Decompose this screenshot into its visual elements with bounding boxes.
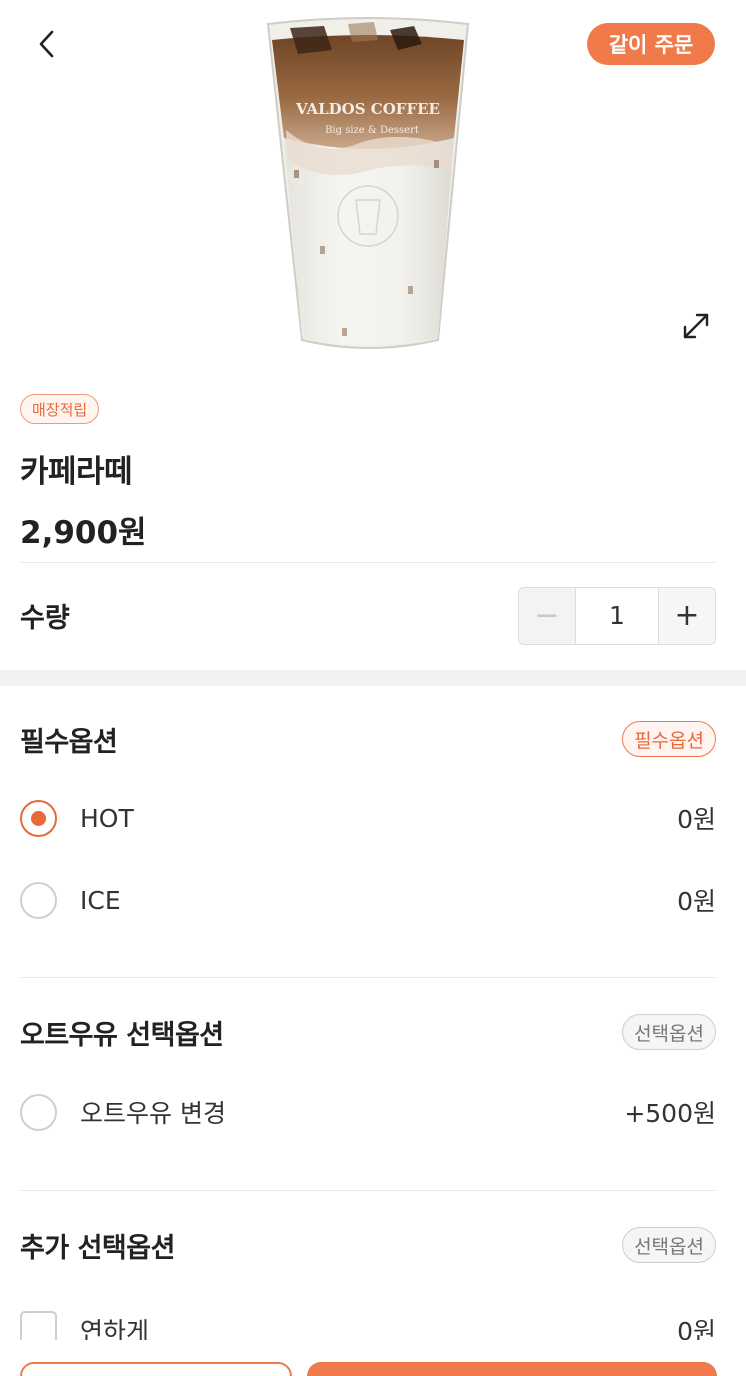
chevron-left-icon [39,30,54,58]
quantity-row: 수량 − 1 + [20,562,716,668]
section-separator [0,670,746,686]
back-button[interactable] [26,24,66,64]
radio-unselected[interactable] [20,1093,57,1131]
divider [20,977,716,978]
required-options-section: 필수옵션 필수옵션 HOT 0원 ICE 0원 [20,719,716,941]
points-badge: 매장적립 [20,394,100,424]
together-order-button[interactable]: 같이 주문 [587,23,715,65]
product-hero: VALDOS COFFEE Big size & Dessert 같이 주문 [0,0,746,380]
extra-options-section: 추가 선택옵션 선택옵션 연하게 0원 [20,1225,716,1348]
radio-unselected[interactable] [20,881,57,919]
optional-tag: 선택옵션 [622,1014,716,1050]
divider [20,1190,716,1191]
option-hot[interactable]: HOT 0원 [20,777,716,859]
option-left: 오트우유 변경 [20,1093,226,1131]
quantity-value: 1 [576,587,658,644]
required-tag: 필수옵션 [622,721,716,757]
bottom-action-bar [0,1340,746,1376]
radio-dot [31,810,46,826]
option-oat-milk[interactable]: 오트우유 변경 +500원 [20,1071,716,1153]
product-price: 2,900원 [20,515,147,551]
optional-tag: 선택옵션 [622,1227,716,1263]
section-title: 추가 선택옵션 [20,1232,175,1264]
add-to-cart-button[interactable] [20,1362,292,1376]
option-left: ICE [20,881,121,919]
product-image: VALDOS COFFEE Big size & Dessert [266,17,470,349]
option-label: ICE [80,885,121,915]
option-label: HOT [80,803,134,833]
option-price: +500원 [624,1099,716,1128]
option-left: HOT [20,799,134,837]
increase-button[interactable]: + [658,587,715,644]
section-title: 필수옵션 [20,726,118,758]
section-title: 오트우유 선택옵션 [20,1019,224,1051]
expand-image-button[interactable] [676,306,716,346]
option-price: 0원 [677,887,716,916]
option-price: 0원 [677,805,716,834]
section-header: 오트우유 선택옵션 선택옵션 [20,1012,716,1052]
quantity-stepper: − 1 + [518,586,716,645]
order-button[interactable] [307,1362,717,1376]
section-header: 필수옵션 필수옵션 [20,719,716,759]
option-weaker[interactable]: 연하게 0원 [20,1284,716,1348]
option-label: 오트우유 변경 [80,1099,226,1128]
expand-arrows-icon [683,313,709,339]
cup-brand-text: VALDOS COFFEE [295,100,440,118]
product-name: 카페라떼 [20,454,133,490]
section-header: 추가 선택옵션 선택옵션 [20,1225,716,1265]
cup-tagline-text: Big size & Dessert [325,125,419,136]
radio-selected[interactable] [20,799,57,837]
product-info: 매장적립 카페라떼 2,900원 [20,394,716,552]
option-ice[interactable]: ICE 0원 [20,859,716,941]
decrease-button[interactable]: − [519,587,576,644]
quantity-label: 수량 [20,603,70,634]
oat-milk-options-section: 오트우유 선택옵션 선택옵션 오트우유 변경 +500원 [20,1012,716,1153]
